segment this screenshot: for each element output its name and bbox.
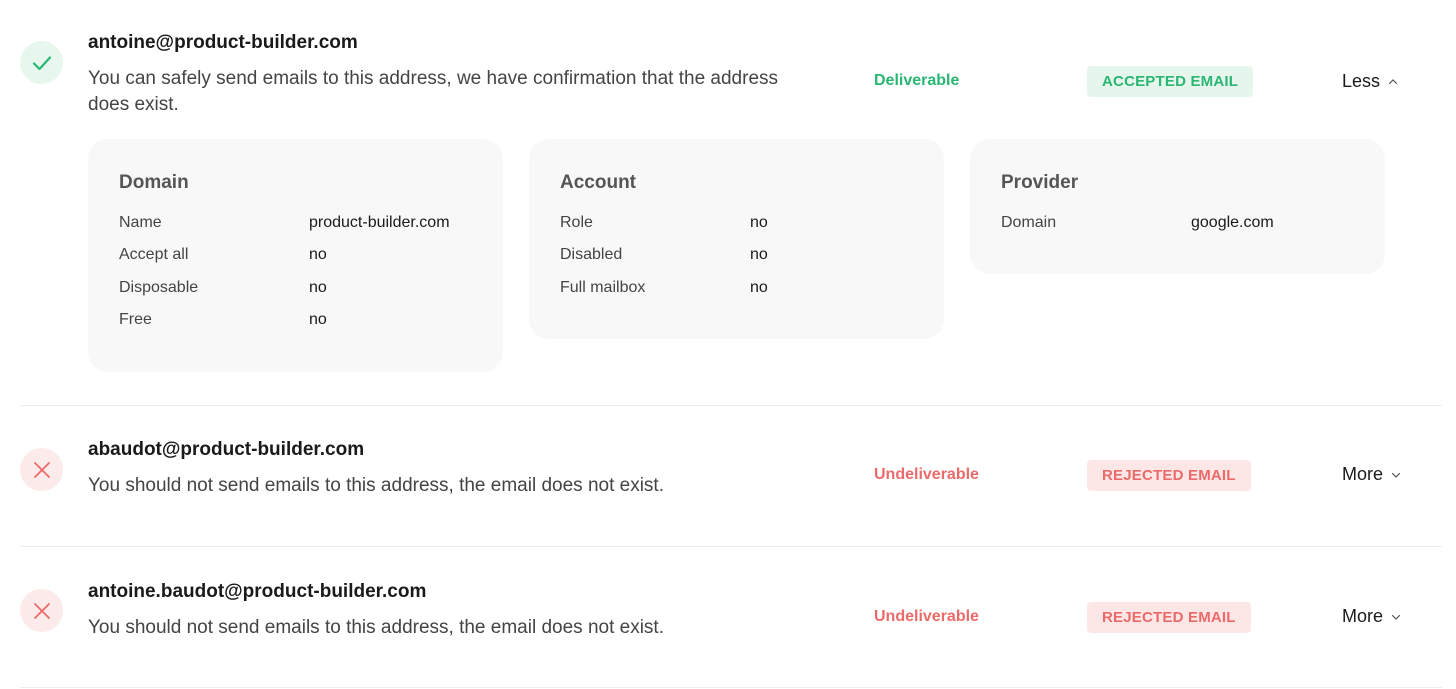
- detail-value: no: [309, 311, 327, 328]
- card-title: Domain: [119, 172, 189, 193]
- detail-value: no: [750, 279, 768, 296]
- toggle-label: Less: [1342, 71, 1381, 91]
- email-address: abaudot@product-builder.com: [88, 439, 365, 460]
- detail-key: Accept all: [119, 246, 189, 263]
- domain-card: Domain Name product-builder.com Accept a…: [88, 139, 503, 372]
- check-icon: [20, 41, 63, 84]
- x-icon: [20, 448, 63, 491]
- less-toggle-button[interactable]: Less: [1342, 71, 1398, 92]
- chevron-up-icon: [1388, 78, 1398, 84]
- status-badge: REJECTED EMAIL: [1087, 602, 1251, 633]
- result-description: You should not send emails to this addre…: [88, 475, 664, 496]
- status-badge: ACCEPTED EMAIL: [1087, 66, 1254, 97]
- more-toggle-button[interactable]: More: [1342, 464, 1401, 485]
- card-title: Provider: [1001, 172, 1079, 193]
- verdict-label: Undeliverable: [874, 608, 979, 625]
- detail-key: Role: [560, 214, 593, 231]
- detail-value: google.com: [1191, 214, 1274, 231]
- result-row: antoine.baudot@product-builder.com You s…: [20, 547, 1442, 688]
- result-row: abaudot@product-builder.com You should n…: [20, 406, 1442, 547]
- detail-key: Disabled: [560, 246, 623, 263]
- account-card: Account Role no Disabled no Full mailbox…: [529, 139, 944, 339]
- detail-key: Domain: [1001, 214, 1057, 231]
- email-address: antoine.baudot@product-builder.com: [88, 581, 427, 602]
- detail-key: Full mailbox: [560, 279, 646, 296]
- detail-value: no: [750, 246, 768, 263]
- detail-value: no: [309, 246, 327, 263]
- toggle-label: More: [1342, 464, 1384, 484]
- detail-value: no: [750, 214, 768, 231]
- card-title: Account: [560, 172, 636, 193]
- toggle-label: More: [1342, 606, 1384, 626]
- chevron-down-icon: [1391, 472, 1401, 478]
- detail-key: Disposable: [119, 279, 199, 296]
- detail-key: Name: [119, 214, 162, 231]
- detail-value: no: [309, 279, 327, 296]
- chevron-down-icon: [1391, 614, 1401, 620]
- verdict-label: Undeliverable: [874, 466, 979, 483]
- email-address: antoine@product-builder.com: [88, 32, 358, 53]
- result-description: You can safely send emails to this addre…: [88, 68, 779, 115]
- result-description: You should not send emails to this addre…: [88, 617, 664, 638]
- x-icon: [20, 589, 63, 632]
- more-toggle-button[interactable]: More: [1342, 606, 1401, 627]
- verdict-label: Deliverable: [874, 72, 960, 89]
- result-row: antoine@product-builder.com You can safe…: [20, 0, 1442, 406]
- provider-card: Provider Domain google.com: [970, 139, 1385, 274]
- detail-value: product-builder.com: [309, 214, 450, 231]
- status-badge: REJECTED EMAIL: [1087, 460, 1251, 491]
- detail-key: Free: [119, 311, 152, 328]
